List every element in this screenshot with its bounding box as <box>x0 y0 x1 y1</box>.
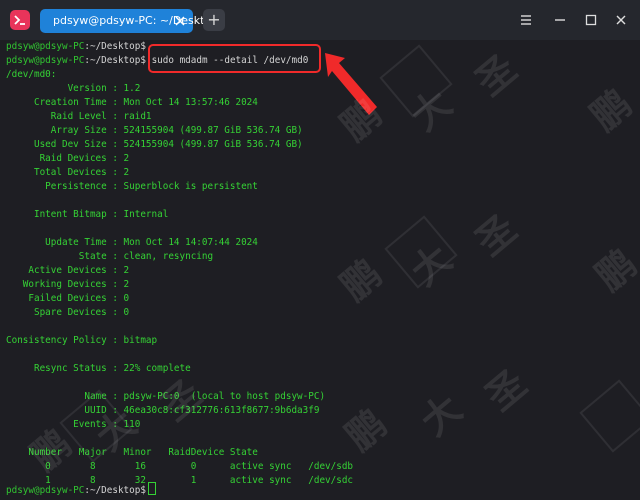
menu-icon[interactable] <box>519 13 533 27</box>
output-line: Spare Devices : 0 <box>6 307 130 318</box>
output-line: State : clean, resyncing <box>6 251 214 262</box>
output-line: Persistence : Superblock is persistent <box>6 181 258 192</box>
prompt-user: pdsyw@pdsyw-PC <box>6 55 85 66</box>
prompt-path: :~/Desktop <box>84 55 141 66</box>
command-highlight-box <box>148 44 321 73</box>
prompt-path: :~/Desktop <box>84 485 141 496</box>
prompt-symbol: $ <box>140 55 146 66</box>
output-line: Raid Level : raid1 <box>6 111 152 122</box>
output-line: Active Devices : 2 <box>6 265 130 276</box>
prompt-line: pdsyw@pdsyw-PC:~/Desktop$ <box>6 40 146 54</box>
prompt-symbol: $ <box>140 41 146 52</box>
output-line: Array Size : 524155904 (499.87 GiB 536.7… <box>6 125 303 136</box>
output-line: Used Dev Size : 524155904 (499.87 GiB 53… <box>6 139 303 150</box>
close-icon[interactable] <box>614 13 628 27</box>
prompt-user: pdsyw@pdsyw-PC <box>6 485 85 496</box>
output-line: Version : 1.2 <box>6 83 141 94</box>
output-line: Intent Bitmap : Internal <box>6 209 169 220</box>
output-line: Creation Time : Mon Oct 14 13:57:46 2024 <box>6 97 258 108</box>
prompt-path: :~/Desktop <box>84 41 141 52</box>
output-line: Working Devices : 2 <box>6 279 130 290</box>
prompt-symbol: $ <box>140 485 146 496</box>
text-cursor <box>147 482 156 495</box>
output-line: /dev/md0: <box>6 69 57 80</box>
terminal-app-icon[interactable] <box>10 10 30 30</box>
output-line: Raid Devices : 2 <box>6 153 130 164</box>
output-line: Failed Devices : 0 <box>6 293 130 304</box>
tab-close-icon[interactable] <box>174 15 186 27</box>
prompt-user: pdsyw@pdsyw-PC <box>6 41 85 52</box>
output-line: Consistency Policy : bitmap <box>6 335 158 346</box>
output-line: Total Devices : 2 <box>6 167 130 178</box>
tab-title: pdsyw@pdsyw-PC: ~/Desktop <box>53 14 219 27</box>
add-tab-button[interactable]: + <box>203 9 225 31</box>
prompt-line-current[interactable]: pdsyw@pdsyw-PC:~/Desktop$ <box>6 482 156 496</box>
title-bar: pdsyw@pdsyw-PC: ~/Desktop + <box>0 0 640 40</box>
minimize-icon[interactable] <box>553 13 567 27</box>
tab-active-terminal[interactable]: pdsyw@pdsyw-PC: ~/Desktop <box>40 9 218 33</box>
maximize-icon[interactable] <box>584 13 598 27</box>
output-line: Update Time : Mon Oct 14 14:07:44 2024 <box>6 237 258 248</box>
